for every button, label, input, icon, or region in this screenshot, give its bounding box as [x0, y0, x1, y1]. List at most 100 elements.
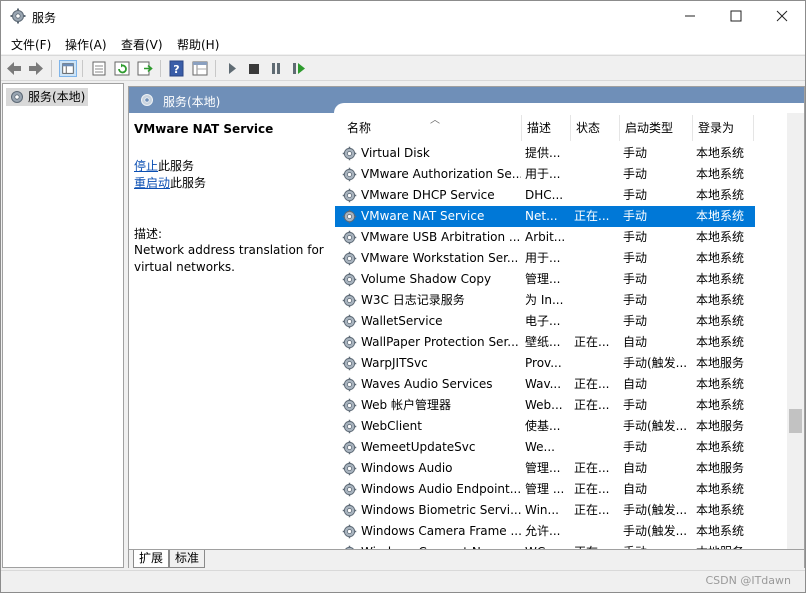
column-divider[interactable] [753, 115, 754, 141]
service-description-cell: Wav... [525, 377, 562, 391]
status-bar: CSDN @ITdawn [1, 570, 805, 592]
service-gear-icon [342, 461, 357, 476]
sort-ascending-icon: ︿ [430, 115, 440, 126]
minimize-icon [685, 15, 695, 17]
services-list[interactable]: ︿ 名称 描述 状态 启动类型 登录为 Virtual Disk 提供... 手动本… [335, 113, 787, 549]
service-description-cell: 管理 ... [525, 482, 565, 496]
service-row[interactable]: VMware DHCP Service DHC... 手动 本地系统 [335, 185, 755, 206]
export-list-icon[interactable] [136, 60, 154, 77]
service-row[interactable]: W3C 日志记录服务 为 In... 手动 本地系统 [335, 290, 755, 311]
service-gear-icon [342, 146, 357, 161]
service-startup-type-cell: 手动 [623, 188, 648, 202]
service-log-on-as-cell: 本地系统 [696, 503, 745, 517]
service-row[interactable]: Windows Audio 管理... 正在... 自动 本地服务 [335, 458, 755, 479]
service-row[interactable]: WallPaper Protection Ser... 壁纸... 正在... 自动 本… [335, 332, 755, 353]
menu-view[interactable]: 查看(V) [121, 36, 163, 53]
service-row[interactable]: Windows Connect Now ... WC... 正在... 手动本地服务 [335, 542, 755, 549]
start-icon[interactable] [223, 60, 241, 77]
tab-extended[interactable]: 扩展 [133, 550, 170, 568]
service-status-cell: 正在... [574, 377, 610, 391]
title-bar: 服务 [1, 1, 805, 32]
service-row[interactable]: VMware Workstation Ser... 用于... 手动 本地系统 [335, 248, 755, 269]
service-row[interactable]: WebClient 使基... 手动(触发... 本地服务 [335, 416, 755, 437]
service-name-cell: VMware Authorization Se... [361, 167, 521, 181]
details-pane: 服务(本地) VMware NAT Service 停止此服务 重启动此服务 描… [128, 86, 805, 568]
console-tree-icon[interactable] [59, 60, 77, 77]
column-header-name[interactable]: 名称 [347, 119, 371, 136]
service-name-cell: Windows Camera Frame ... [361, 524, 521, 538]
tab-standard[interactable]: 标准 [169, 550, 206, 568]
service-status-cell: 正在... [574, 542, 618, 549]
restart-icon[interactable] [290, 60, 308, 77]
column-header-description[interactable]: 描述 [527, 119, 551, 136]
service-row[interactable]: Windows Audio Endpoint... 管理 ... 正在... 自动 本地… [335, 479, 755, 500]
service-startup-type-cell: 手动 [623, 167, 648, 181]
menu-file[interactable]: 文件(F) [11, 36, 51, 53]
service-row[interactable]: WarpJITSvc Prov... 手动(触发... 本地服务 [335, 353, 755, 374]
service-log-on-as-cell: 本地系统 [696, 524, 745, 538]
column-divider[interactable] [521, 115, 522, 141]
service-startup-type-cell: 手动(触发... [623, 356, 688, 370]
service-description-cell: 用于... [525, 167, 561, 181]
service-row[interactable]: Windows Camera Frame ... 允许... 手动(触发... 本地系… [335, 521, 755, 542]
service-row[interactable]: Web 帐户管理器 Web... 正在... 手动 本地系统 [335, 395, 755, 416]
service-description-cell: Prov... [525, 356, 562, 370]
service-row[interactable]: Volume Shadow Copy 管理... 手动 本地系统 [335, 269, 755, 290]
service-startup-type-cell: 手动 [623, 398, 648, 412]
service-gear-icon [342, 503, 357, 518]
vertical-scrollbar[interactable] [787, 113, 804, 549]
window-title: 服务 [32, 11, 57, 25]
service-row[interactable]: Windows Biometric Servi... Win... 正在... 手动(… [335, 500, 755, 521]
service-startup-type-cell: 手动 [623, 209, 648, 223]
service-row[interactable]: VMware USB Arbitration ... Arbit... 手动 本地系统 [335, 227, 755, 248]
column-header-log-on-as[interactable]: 登录为 [698, 119, 734, 136]
column-header-startup-type[interactable]: 启动类型 [625, 119, 673, 136]
column-divider[interactable] [692, 115, 693, 141]
service-name-cell: W3C 日志记录服务 [361, 293, 465, 307]
service-startup-type-cell: 手动 [623, 230, 648, 244]
menu-help[interactable]: 帮助(H) [177, 36, 219, 53]
service-description-cell: Net... [525, 209, 558, 223]
toolbar-separator [51, 60, 52, 77]
minimize-button[interactable] [667, 1, 713, 32]
service-log-on-as-cell: 本地系统 [696, 335, 745, 349]
back-arrow-icon[interactable] [5, 60, 23, 77]
scrollbar-thumb[interactable] [789, 409, 802, 433]
service-row[interactable]: WemeetUpdateSvc We... 手动 本地系统 [335, 437, 755, 458]
service-row[interactable]: Virtual Disk 提供... 手动 本地系统 [335, 143, 755, 164]
menu-action[interactable]: 操作(A) [65, 36, 107, 53]
service-row[interactable]: VMware NAT Service Net... 正在... 手动 本地系统 [335, 206, 755, 227]
column-header-status[interactable]: 状态 [576, 119, 600, 136]
help-icon[interactable]: ? [168, 60, 186, 77]
pause-icon[interactable] [267, 60, 285, 77]
service-description-cell: WC... [525, 542, 567, 549]
description-label: 描述: [134, 227, 163, 241]
forward-arrow-icon[interactable] [27, 60, 45, 77]
properties-icon[interactable] [90, 60, 108, 77]
service-row[interactable]: VMware Authorization Se... 用于... 手动 本地系统 [335, 164, 755, 185]
service-startup-type-cell: 自动 [623, 335, 648, 349]
service-description-cell: 允许... [525, 524, 561, 538]
service-log-on-as-cell: 本地系统 [696, 272, 745, 286]
stop-service-link[interactable]: 停止 [134, 159, 158, 173]
service-log-on-as-cell: 本地系统 [696, 209, 745, 223]
service-startup-type-cell: 手动 [623, 440, 648, 454]
restart-service-suffix: 此服务 [170, 176, 207, 190]
column-divider[interactable] [570, 115, 571, 141]
service-gear-icon [342, 209, 357, 224]
restart-service-link[interactable]: 重启动 [134, 176, 170, 190]
service-row[interactable]: Waves Audio Services Wav... 正在... 自动 本地系统 [335, 374, 755, 395]
view-icon[interactable] [191, 60, 209, 77]
service-gear-icon [342, 314, 357, 329]
maximize-button[interactable] [713, 1, 759, 32]
service-name-cell: VMware DHCP Service [361, 188, 495, 202]
service-description-cell: 提供... [525, 146, 561, 160]
close-button[interactable] [759, 1, 805, 32]
column-divider[interactable] [619, 115, 620, 141]
services-gear-icon [11, 91, 23, 103]
service-name-cell: Windows Connect Now ... [361, 542, 521, 549]
tree-item-services-local[interactable]: 服务(本地) [6, 88, 88, 106]
stop-icon[interactable] [245, 60, 263, 77]
refresh-icon[interactable] [113, 60, 131, 77]
service-row[interactable]: WalletService 电子... 手动 本地系统 [335, 311, 755, 332]
